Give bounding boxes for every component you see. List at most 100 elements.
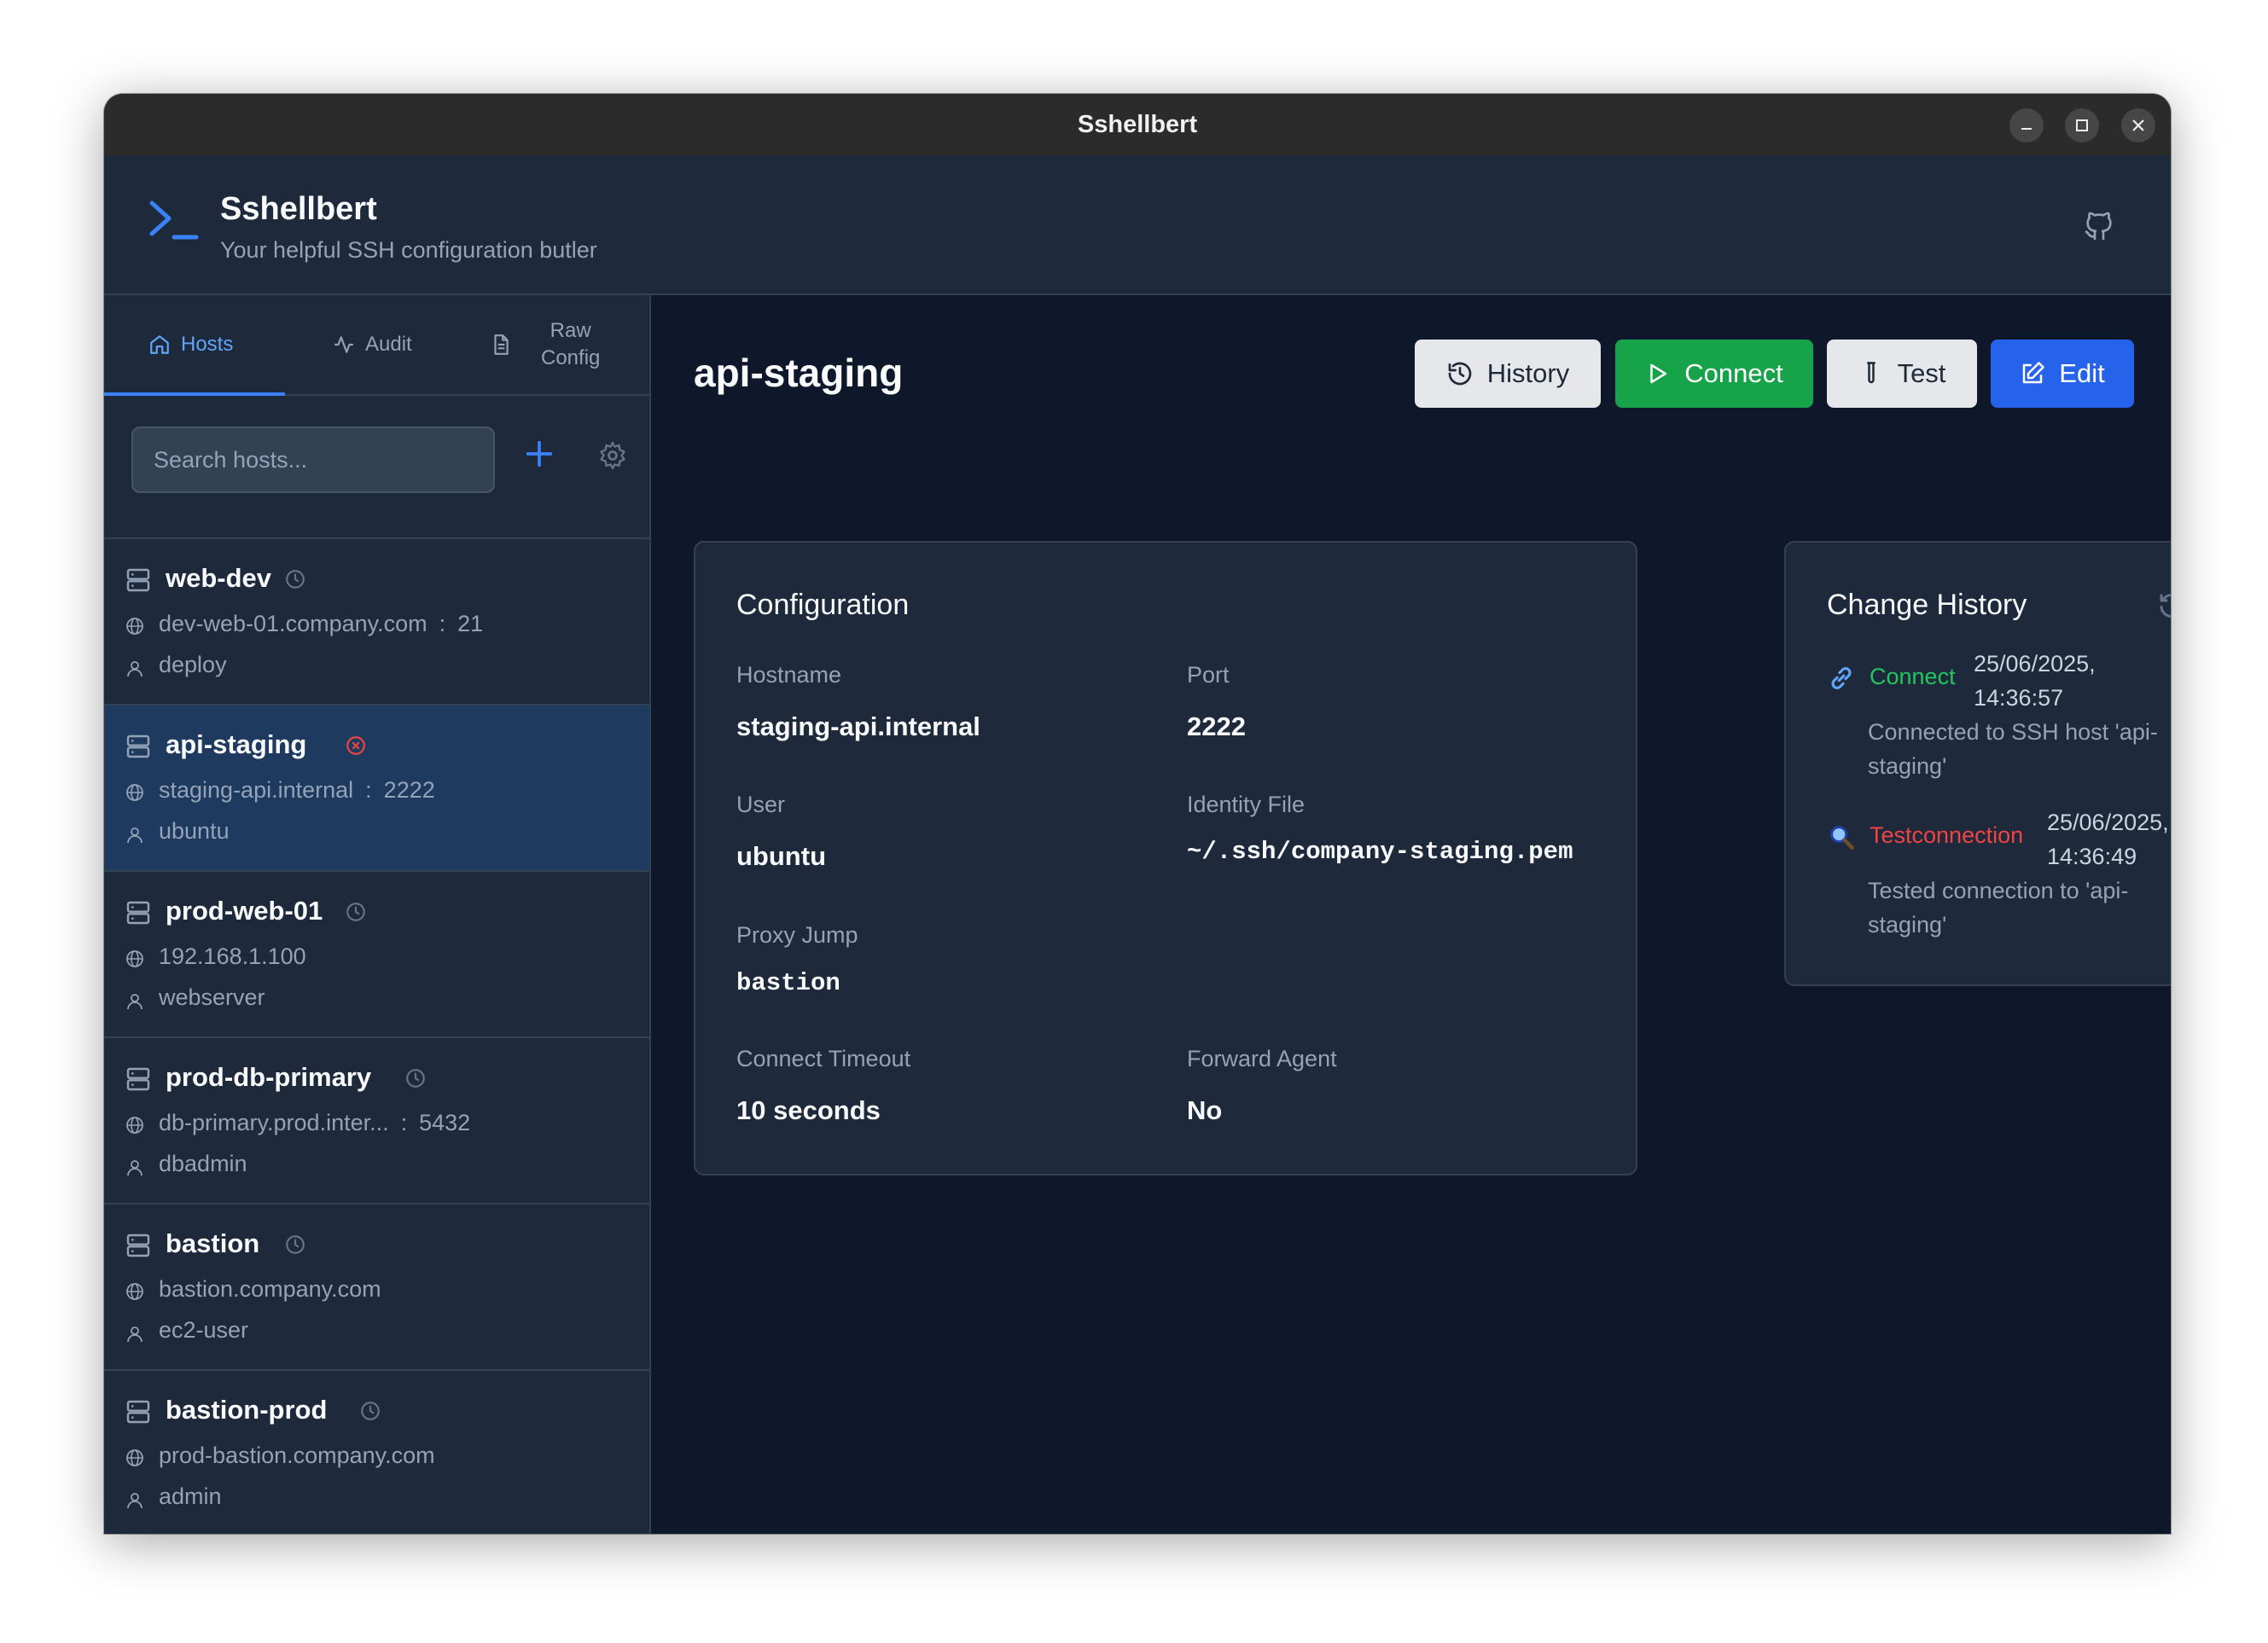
host-name: prod-db-primary xyxy=(166,1062,372,1092)
activity-icon xyxy=(334,336,353,353)
configuration-title: Configuration xyxy=(736,589,910,621)
globe-icon xyxy=(126,1283,143,1300)
history-entry-description: Tested connection to 'api- staging' xyxy=(1868,878,2129,938)
selected-host-title: api-staging xyxy=(694,351,904,395)
identity-file-value: ~/.ssh/company-staging.pem xyxy=(1187,838,1573,866)
user-icon xyxy=(127,827,142,844)
edit-button-label: Edit xyxy=(2059,358,2105,388)
host-address: 192.168.1.100 xyxy=(159,943,306,970)
close-icon xyxy=(2132,119,2144,131)
identity-file-label: Identity File xyxy=(1187,792,1306,817)
magnifier-icon xyxy=(1830,826,1855,851)
add-host-icon[interactable] xyxy=(522,437,556,471)
host-hostname: bastion.company.com xyxy=(159,1276,381,1302)
host-port: 21 xyxy=(457,611,484,636)
proxy-jump-value: bastion xyxy=(736,969,840,997)
tab-raw-config[interactable]: Raw Config xyxy=(490,295,600,394)
host-name: web-dev xyxy=(166,563,272,593)
test-tube-icon xyxy=(1866,362,1875,384)
change-history-title: Change History xyxy=(1827,589,2027,621)
clock-icon xyxy=(286,1235,305,1254)
search-input[interactable] xyxy=(131,427,495,493)
port-value: 2222 xyxy=(1187,711,1246,741)
connect-timeout-label: Connect Timeout xyxy=(736,1046,911,1071)
address-separator: : xyxy=(400,1110,408,1135)
app-title: Sshellbert xyxy=(220,191,377,227)
history-button[interactable]: History xyxy=(1415,340,1601,408)
server-icon xyxy=(126,1067,150,1091)
refresh-icon[interactable] xyxy=(2156,590,2171,621)
user-label: User xyxy=(736,792,786,817)
host-name: prod-web-01 xyxy=(166,896,323,926)
history-entry-type: Connect xyxy=(1870,664,1956,689)
minimize-button[interactable] xyxy=(2009,108,2044,142)
forward-agent-value: No xyxy=(1187,1095,1223,1125)
app-header: Sshellbert Your helpful SSH configuratio… xyxy=(104,155,2171,295)
host-user: deploy xyxy=(159,652,227,677)
edit-button[interactable]: Edit xyxy=(1991,340,2134,408)
error-status-icon xyxy=(346,736,365,755)
host-port: 5432 xyxy=(419,1110,471,1135)
user-value: ubuntu xyxy=(736,841,827,871)
edit-icon xyxy=(2023,362,2045,384)
main-panel: api-staging History Connect Test Edit Co… xyxy=(651,295,2171,1534)
sidebar: Hosts Audit Raw Config Search hosts... w… xyxy=(104,295,651,1534)
history-entry-timestamp: 25/06/2025, 14:36:49 xyxy=(2047,810,2169,869)
forward-agent-label: Forward Agent xyxy=(1187,1046,1337,1071)
host-name: api-staging xyxy=(166,729,307,759)
host-item-web-dev[interactable]: web-dev dev-web-01.company.com:21 deploy xyxy=(104,539,649,705)
tab-audit[interactable]: Audit xyxy=(333,295,412,394)
server-icon xyxy=(126,568,150,592)
close-button[interactable] xyxy=(2121,108,2155,142)
globe-icon xyxy=(126,618,143,635)
play-icon xyxy=(1650,363,1667,384)
globe-icon xyxy=(126,784,143,801)
change-history-card: Change History Connect 25/06/2025, 14:36… xyxy=(1784,541,2171,986)
app-subtitle: Your helpful SSH configuration butler xyxy=(220,237,597,263)
clock-icon xyxy=(361,1402,380,1420)
hostname-value: staging-api.internal xyxy=(736,711,980,741)
hostname-label: Hostname xyxy=(736,662,842,688)
host-port: 2222 xyxy=(383,777,435,803)
host-name: bastion xyxy=(166,1228,260,1258)
globe-icon xyxy=(126,1449,143,1466)
clock-icon xyxy=(346,903,365,921)
history-entry-type: Testconnection xyxy=(1870,822,2024,848)
file-text-icon xyxy=(494,334,509,355)
test-button[interactable]: Test xyxy=(1827,340,1977,408)
host-item-bastion-prod[interactable]: bastion-prod prod-bastion.company.com admi… xyxy=(104,1371,649,1534)
tab-audit-label: Audit xyxy=(365,333,412,356)
server-icon xyxy=(126,734,150,758)
tab-hosts[interactable]: Hosts xyxy=(148,295,233,394)
user-icon xyxy=(127,1493,142,1509)
test-button-label: Test xyxy=(1897,358,1946,388)
server-icon xyxy=(126,901,150,925)
history-icon xyxy=(1448,362,1472,386)
maximize-button[interactable] xyxy=(2065,108,2099,142)
globe-icon xyxy=(126,1117,143,1134)
host-name: bastion-prod xyxy=(166,1395,328,1425)
search-row xyxy=(104,396,649,539)
window-titlebar[interactable]: Sshellbert xyxy=(104,94,2171,155)
history-entry-timestamp: 25/06/2025, 14:36:57 xyxy=(1974,651,2096,711)
address-separator: : xyxy=(439,611,446,636)
gear-icon[interactable] xyxy=(597,440,628,471)
host-hostname: dev-web-01.company.com xyxy=(159,611,427,636)
host-item-prod-web-01[interactable]: prod-web-01 192.168.1.100 webserver xyxy=(104,872,649,1038)
host-user: admin xyxy=(159,1483,222,1509)
host-user: ec2-user xyxy=(159,1317,249,1343)
host-hostname: db-primary.prod.inter... xyxy=(159,1110,389,1135)
maximize-icon xyxy=(2076,119,2088,131)
link-icon xyxy=(1831,667,1852,689)
window-title: Sshellbert xyxy=(1077,110,1198,138)
proxy-jump-label: Proxy Jump xyxy=(736,922,858,948)
github-icon[interactable] xyxy=(2082,208,2116,244)
host-item-prod-db-primary[interactable]: prod-db-primary db-primary.prod.inter...:… xyxy=(104,1038,649,1205)
minimize-icon xyxy=(2021,128,2032,130)
host-item-api-staging[interactable]: api-staging staging-api.internal:2222 ubun… xyxy=(104,705,649,872)
host-item-bastion[interactable]: bastion bastion.company.com ec2-user xyxy=(104,1205,649,1371)
history-entry-description: Connected to SSH host 'api- staging' xyxy=(1868,719,2158,779)
connect-timeout-value: 10 seconds xyxy=(736,1095,881,1125)
terminal-logo-icon xyxy=(149,200,199,240)
connect-button[interactable]: Connect xyxy=(1615,340,1813,408)
